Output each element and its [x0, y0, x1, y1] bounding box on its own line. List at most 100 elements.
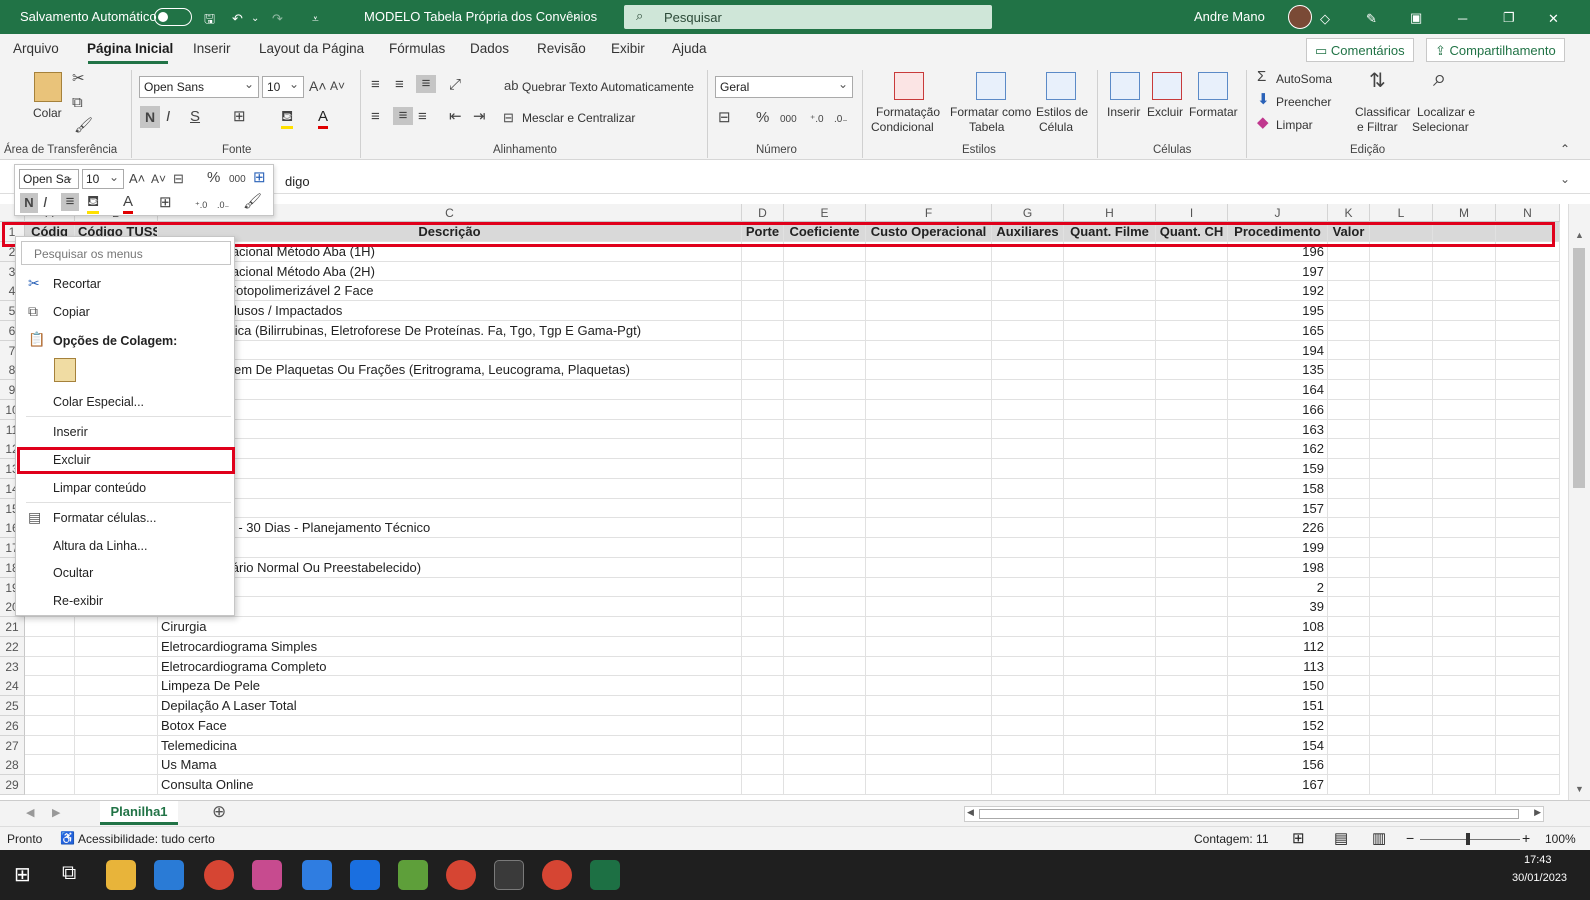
table-cell[interactable] [992, 439, 1064, 459]
table-cell[interactable] [1433, 380, 1496, 400]
table-cell[interactable] [1156, 518, 1228, 538]
table-cell[interactable] [866, 617, 992, 637]
table-cell[interactable] [742, 478, 784, 499]
insert-cells-icon[interactable] [1110, 72, 1140, 100]
table-cell[interactable] [1370, 775, 1433, 795]
user-name[interactable]: Andre Mano [1194, 9, 1265, 24]
column-header-i[interactable]: I [1156, 204, 1228, 222]
table-cell[interactable] [158, 439, 742, 459]
table-cell[interactable] [1496, 419, 1560, 440]
table-cell[interactable] [992, 399, 1064, 420]
table-cell[interactable] [1370, 281, 1433, 301]
table-cell[interactable] [742, 518, 784, 538]
table-cell[interactable] [784, 617, 866, 637]
table-cell[interactable] [992, 518, 1064, 538]
decrease-indent-icon[interactable]: ⇤ [449, 108, 462, 126]
table-cell[interactable]: 156 [1228, 755, 1328, 775]
table-cell[interactable] [1064, 518, 1156, 538]
table-cell[interactable] [1156, 380, 1228, 400]
table-cell[interactable]: 165 [1228, 320, 1328, 341]
table-cell[interactable] [1496, 320, 1560, 341]
table-cell[interactable] [992, 360, 1064, 380]
increase-indent-icon[interactable]: ⇥ [473, 108, 486, 126]
scroll-up-icon[interactable]: ▲ [1575, 230, 1584, 240]
table-cell[interactable] [784, 656, 866, 677]
table-cell[interactable] [992, 419, 1064, 440]
table-cell[interactable] [1496, 439, 1560, 459]
table-cell[interactable] [1496, 676, 1560, 696]
table-cell[interactable] [866, 775, 992, 795]
table-cell[interactable] [1064, 498, 1156, 519]
table-cell[interactable]: 192 [1228, 281, 1328, 301]
table-cell[interactable] [866, 340, 992, 361]
align-bottom-icon[interactable]: ≡ [416, 75, 436, 93]
comments-button[interactable]: ▭ Comentários [1306, 38, 1414, 62]
table-cell[interactable] [1496, 478, 1560, 499]
table-cell[interactable] [1370, 755, 1433, 775]
tab-pagina-inicial[interactable]: Página Inicial [87, 41, 173, 56]
zoom-slider[interactable] [1420, 839, 1520, 840]
column-header-n[interactable]: N [1496, 204, 1560, 222]
menu-item-recortar[interactable]: Recortar [53, 277, 101, 291]
table-cell[interactable]: 158 [1228, 478, 1328, 499]
mini-format-painter-icon[interactable]: 🖌 [243, 193, 262, 211]
table-cell[interactable] [992, 557, 1064, 578]
percent-icon[interactable]: % [756, 109, 769, 127]
table-cell[interactable] [1370, 696, 1433, 716]
table-cell[interactable] [866, 320, 992, 341]
table-cell[interactable] [992, 380, 1064, 400]
table-cell[interactable]: ctica [158, 538, 742, 558]
table-cell[interactable]: Botox Face [158, 715, 742, 736]
table-cell[interactable]: ia Específica - 30 Dias - Planejamento T… [158, 518, 742, 538]
table-cell[interactable]: 164 [1228, 380, 1328, 400]
row-header[interactable]: 23 [0, 656, 25, 677]
app-icon[interactable] [252, 860, 282, 890]
table-cell[interactable] [784, 281, 866, 301]
font-name-select[interactable]: Open Sans [139, 76, 259, 98]
number-format-select[interactable]: Geral [715, 76, 853, 98]
align-right-icon[interactable]: ≡ [418, 108, 427, 126]
autosum-button[interactable]: AutoSoma [1276, 72, 1332, 86]
table-cell[interactable]: 197 [1228, 261, 1328, 282]
table-cell[interactable] [1328, 636, 1370, 657]
table-cell[interactable] [1328, 399, 1370, 420]
conditional-formatting-icon[interactable] [894, 72, 924, 100]
expand-formula-icon[interactable]: ⌄ [1560, 172, 1570, 186]
table-cell[interactable] [1156, 498, 1228, 519]
table-cell[interactable] [1064, 676, 1156, 696]
mini-accounting-icon[interactable]: ⊟ [173, 170, 184, 188]
column-header-f[interactable]: F [866, 204, 992, 222]
table-cell[interactable] [1433, 498, 1496, 519]
table-cell[interactable] [1433, 696, 1496, 716]
orientation-icon[interactable]: ⤢ [449, 76, 461, 94]
table-cell[interactable] [784, 439, 866, 459]
mini-font-color-icon[interactable]: A [123, 193, 134, 214]
table-cell[interactable] [158, 419, 742, 440]
table-cell[interactable] [158, 399, 742, 420]
table-cell[interactable]: 113 [1228, 656, 1328, 677]
row-header[interactable]: 29 [0, 775, 25, 795]
mini-comma-icon[interactable]: 000 [229, 171, 246, 189]
table-cell[interactable] [866, 498, 992, 519]
wrap-text-button[interactable]: Quebrar Texto Automaticamente [522, 80, 694, 94]
sort-filter-icon[interactable]: ⇅ [1369, 71, 1386, 91]
table-cell[interactable] [1433, 775, 1496, 795]
table-cell[interactable] [1328, 261, 1370, 282]
table-cell[interactable] [1064, 557, 1156, 578]
table-cell[interactable] [1496, 775, 1560, 795]
table-cell[interactable] [1328, 340, 1370, 361]
table-cell[interactable] [1156, 755, 1228, 775]
table-cell[interactable] [742, 696, 784, 716]
column-header-h[interactable]: H [1064, 204, 1156, 222]
table-cell[interactable] [742, 715, 784, 736]
decrease-decimal-icon[interactable]: .0₋ [834, 111, 848, 129]
table-cell[interactable] [1064, 636, 1156, 657]
table-cell[interactable] [1064, 656, 1156, 677]
table-cell[interactable] [992, 617, 1064, 637]
table-cell[interactable] [992, 577, 1064, 598]
table-cell[interactable] [1064, 715, 1156, 736]
table-cell[interactable] [866, 439, 992, 459]
italic-button[interactable]: I [166, 108, 170, 126]
format-table-label-2[interactable]: Tabela [969, 120, 1004, 134]
column-header-g[interactable]: G [992, 204, 1064, 222]
